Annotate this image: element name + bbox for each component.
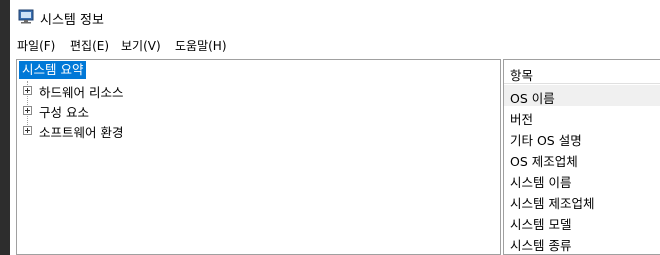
list-item[interactable]: 기타 OS 설명 [504, 127, 660, 148]
column-header-label: 항목 [510, 68, 534, 83]
list-item-label: 시스템 모델 [510, 217, 572, 232]
menu-bar: 파일(F) 편집(E) 보기(V) 도움말(H) [10, 34, 660, 56]
plus-expander-icon[interactable] [23, 106, 32, 115]
menu-help[interactable]: 도움말(H) [175, 37, 227, 54]
plus-expander-icon[interactable] [23, 86, 32, 95]
menu-view[interactable]: 보기(V) [121, 37, 161, 54]
list-item-label: 시스템 이름 [510, 175, 572, 190]
menu-file[interactable]: 파일(F) [17, 37, 55, 54]
list-item-label: 시스템 제조업체 [510, 196, 595, 211]
list-item[interactable]: OS 제조업체 [504, 148, 660, 169]
list-item[interactable]: 시스템 제조업체 [504, 190, 660, 211]
list-item[interactable]: 버전 [504, 106, 660, 127]
list-item-label: OS 이름 [510, 91, 555, 106]
list-item[interactable]: 시스템 모델 [504, 211, 660, 232]
title-bar[interactable]: 시스템 정보 [10, 0, 660, 34]
plus-expander-icon[interactable] [23, 126, 32, 135]
list-item[interactable]: OS 이름 [504, 85, 660, 106]
list-item-label: 시스템 종류 [510, 238, 572, 253]
column-header-item[interactable]: 항목 [504, 60, 660, 84]
background-window [0, 0, 10, 255]
list-item-label: 기타 OS 설명 [510, 133, 582, 148]
tree-item-components[interactable]: 구성 요소 [39, 102, 89, 121]
details-list[interactable]: 항목 OS 이름 버전 기타 OS 설명 OS 제조업체 시스템 이름 시스템 … [503, 59, 660, 255]
menu-edit[interactable]: 편집(E) [70, 37, 109, 54]
tree-item-system-summary[interactable]: 시스템 요약 [19, 61, 87, 79]
list-item-label: OS 제조업체 [510, 154, 578, 169]
list-item-label: 버전 [510, 112, 534, 127]
window-title: 시스템 정보 [40, 13, 104, 28]
system-info-app-icon [18, 9, 34, 24]
list-item[interactable]: 시스템 종류 [504, 232, 660, 253]
tree-item-hardware-resources[interactable]: 하드웨어 리소스 [39, 82, 123, 101]
list-item[interactable]: 시스템 이름 [504, 169, 660, 190]
category-tree[interactable]: 시스템 요약 하드웨어 리소스 구성 요소 소프트웨어 환경 [16, 59, 501, 255]
tree-item-software-environment[interactable]: 소프트웨어 환경 [39, 122, 123, 141]
system-info-window: 시스템 정보 파일(F) 편집(E) 보기(V) 도움말(H) 시스템 요약 하… [10, 0, 660, 255]
